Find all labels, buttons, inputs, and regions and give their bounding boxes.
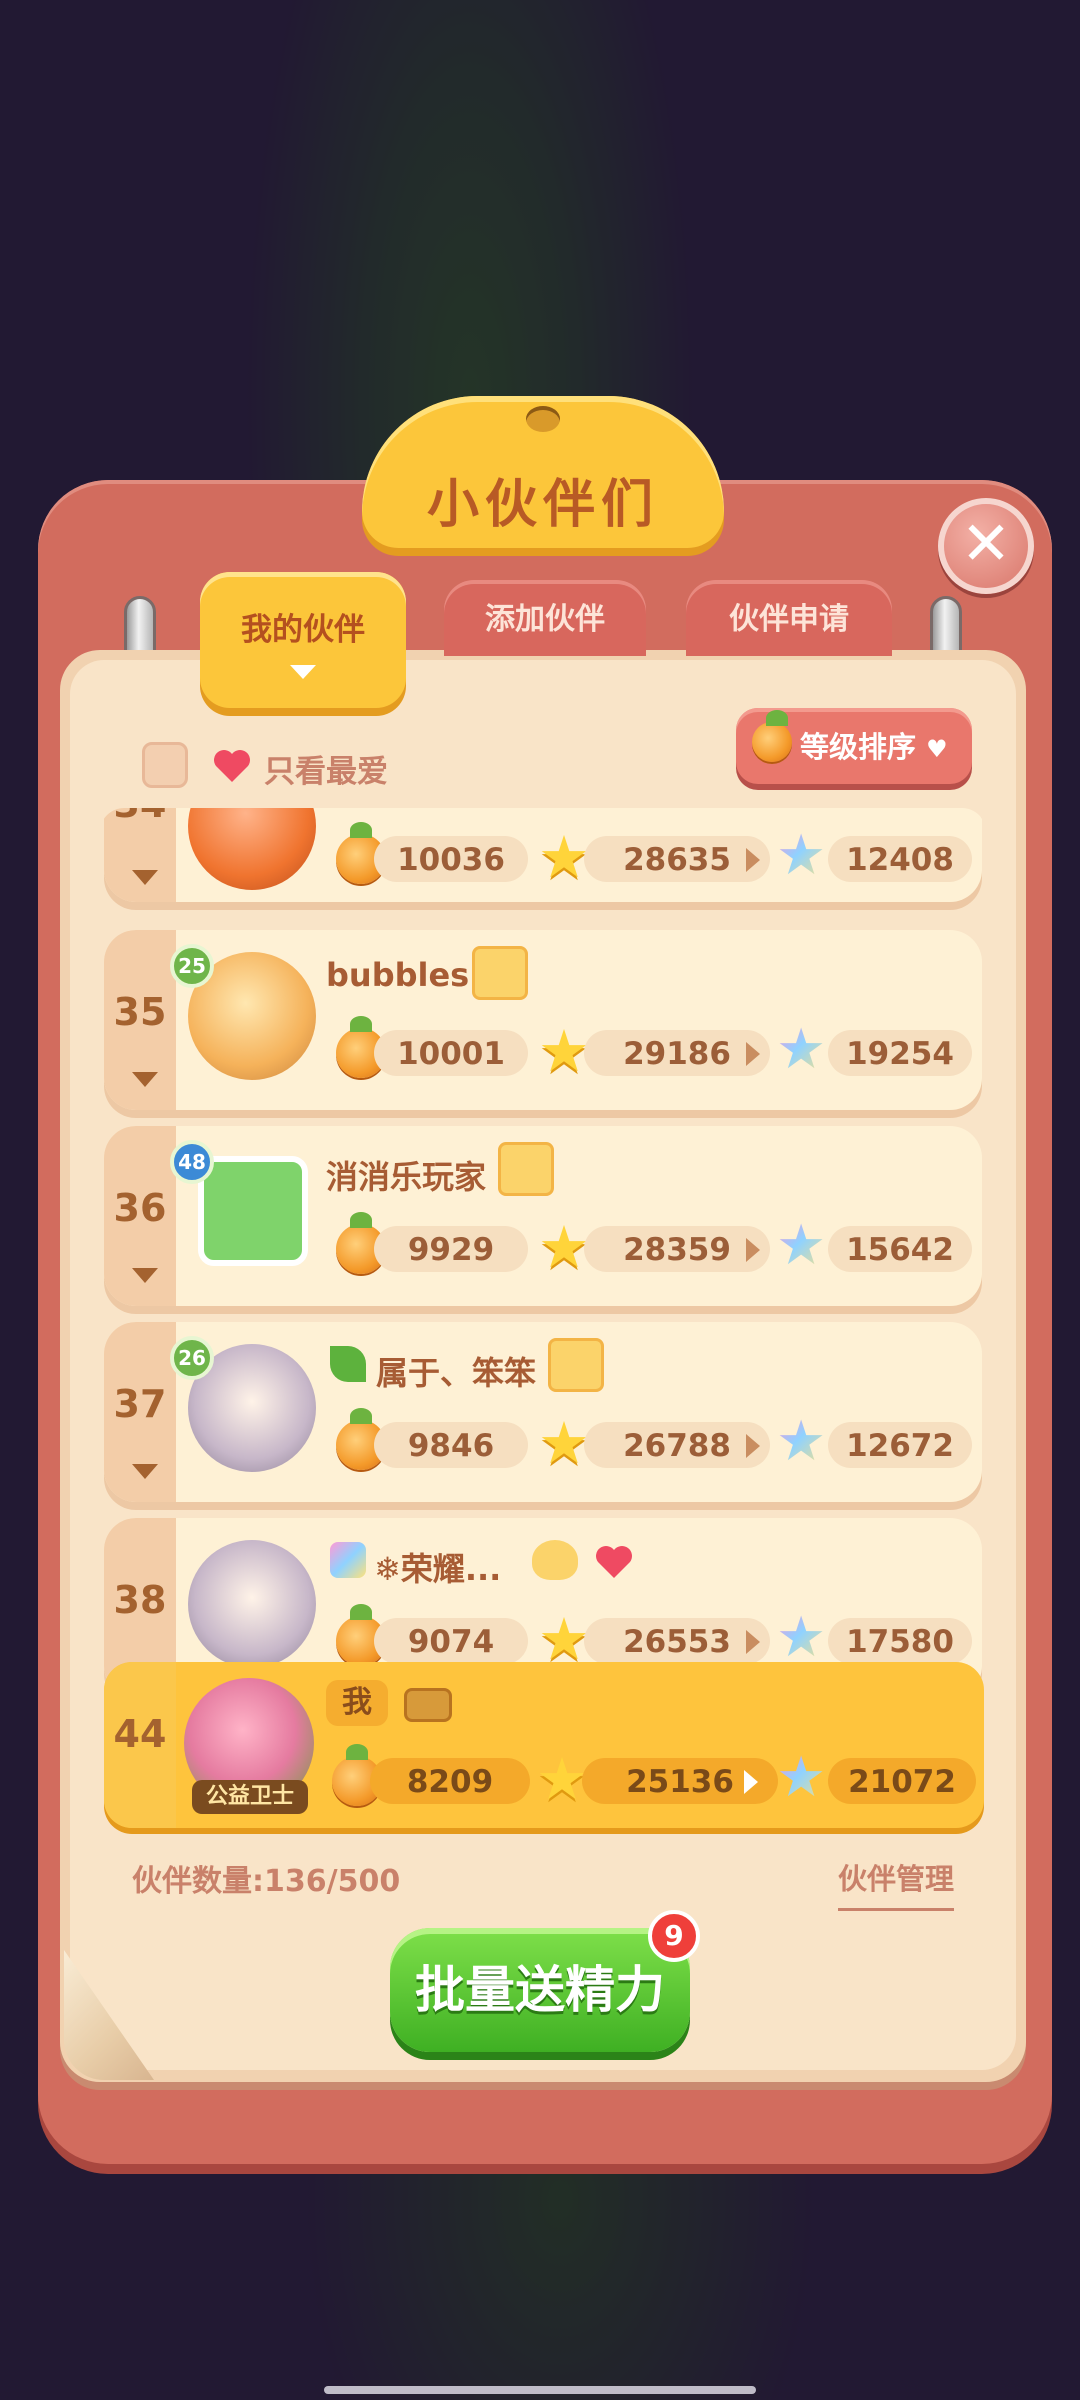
rainbow-star-count: 19254 — [828, 1030, 972, 1076]
peach-count: 9074 — [374, 1618, 528, 1664]
star-icon: ★ — [536, 1745, 588, 1813]
tab-add-friend[interactable]: 添加伙伴 — [444, 580, 646, 656]
arrow-icon — [746, 1630, 760, 1654]
arrow-icon — [746, 1042, 760, 1066]
page-title: 小伙伴们 — [426, 475, 659, 535]
fav-only-checkbox[interactable] — [142, 742, 188, 788]
expand-icon[interactable] — [132, 1464, 158, 1479]
title-hole — [526, 406, 560, 432]
tab-friend-requests[interactable]: 伙伴申请 — [686, 580, 892, 656]
rainbow-star-icon: ★ — [776, 1017, 827, 1082]
chick-icon — [532, 1540, 578, 1580]
rank-number: 36 — [113, 1186, 167, 1230]
star-count: 28635 — [584, 836, 770, 882]
leaf-icon — [330, 1346, 366, 1382]
expand-icon[interactable] — [132, 870, 158, 885]
arrow-icon — [746, 1434, 760, 1458]
arrow-icon — [746, 1238, 760, 1262]
list-item[interactable]: 35 25 bubbles 10001 ★ 29186 ★ 19254 — [104, 930, 982, 1110]
close-icon: ✕ — [960, 509, 1012, 579]
level-badge: 25 — [170, 944, 214, 988]
list-item[interactable]: 37 26 属于、笨笨 9846 ★ 26788 ★ 12672 — [104, 1322, 982, 1502]
avatar[interactable] — [188, 808, 316, 890]
rank-number: 35 — [113, 990, 167, 1034]
star-icon: ★ — [538, 1605, 590, 1673]
rainbow-star-icon: ★ — [776, 1745, 827, 1810]
expand-icon[interactable] — [132, 1268, 158, 1283]
star-count: 26788 — [584, 1422, 770, 1468]
notification-badge: 9 — [648, 1910, 700, 1962]
rainbow-star-icon: ★ — [776, 1409, 827, 1474]
rainbow-star-icon: ★ — [776, 1605, 827, 1670]
friend-count: 伙伴数量:136/500 — [132, 1864, 401, 1899]
list-item[interactable]: 34 10036 ★ 28635 ★ 12408 — [104, 808, 982, 902]
star-icon: ★ — [538, 1017, 590, 1085]
heart-icon: ♥ — [926, 735, 948, 763]
avatar[interactable] — [198, 1156, 308, 1266]
tab-my-friends-label: 我的伙伴 — [241, 612, 365, 648]
rank-number: 34 — [104, 808, 176, 826]
chest-icon — [404, 1688, 452, 1722]
peach-count: 9929 — [374, 1226, 528, 1272]
rainbow-star-count: 12672 — [828, 1422, 972, 1468]
peach-count: 10001 — [374, 1030, 528, 1076]
rainbow-star-count: 12408 — [828, 836, 972, 882]
tab-caret-icon — [290, 665, 316, 679]
friend-name: 消消乐玩家 — [326, 1158, 487, 1196]
rank-number: 37 — [113, 1382, 167, 1426]
my-rank-number: 44 — [113, 1712, 167, 1756]
arrow-icon — [746, 848, 760, 872]
friend-name: ❄荣耀... — [374, 1550, 502, 1588]
level-sort-button[interactable]: 等级排序 ♥ — [736, 708, 972, 784]
peach-count: 9846 — [374, 1422, 528, 1468]
rainbow-star-count: 17580 — [828, 1618, 972, 1664]
star-count: 26553 — [584, 1618, 770, 1664]
level-badge: 26 — [170, 1336, 214, 1380]
my-rainbow-star-count: 21072 — [828, 1758, 976, 1804]
close-button[interactable]: ✕ — [938, 498, 1034, 594]
star-icon: ★ — [538, 823, 590, 891]
rank-number: 38 — [113, 1578, 167, 1622]
title-badge-icon — [472, 946, 528, 1000]
fav-only-label[interactable]: 只看最爱 — [264, 746, 388, 791]
expand-icon[interactable] — [132, 1072, 158, 1087]
star-count: 28359 — [584, 1226, 770, 1272]
gem-icon — [330, 1542, 366, 1578]
friend-name: 属于、笨笨 — [376, 1354, 537, 1392]
star-icon: ★ — [538, 1213, 590, 1281]
peach-count: 10036 — [374, 836, 528, 882]
friend-name: bubbles — [326, 956, 470, 994]
rainbow-star-count: 15642 — [828, 1226, 972, 1272]
friend-manage-link[interactable]: 伙伴管理 — [838, 1856, 955, 1911]
rainbow-star-icon: ★ — [776, 823, 827, 888]
batch-send-energy-button[interactable]: 批量送精力 — [390, 1928, 690, 2052]
avatar-title-badge: 公益卫士 — [192, 1780, 308, 1814]
list-item[interactable]: 36 48 消消乐玩家 9929 ★ 28359 ★ 15642 — [104, 1126, 982, 1306]
title-badge-icon — [498, 1142, 554, 1196]
level-badge: 48 — [170, 1140, 214, 1184]
rainbow-star-icon: ★ — [776, 1213, 827, 1278]
peach-icon — [752, 710, 792, 762]
my-rank-row[interactable]: 44 公益卫士 我 8209 ★ 25136 ★ 21072 — [104, 1662, 984, 1828]
my-peach-count: 8209 — [370, 1758, 530, 1804]
arrow-icon — [744, 1770, 758, 1794]
heart-icon — [214, 750, 250, 782]
avatar[interactable] — [188, 1540, 316, 1668]
star-icon: ★ — [538, 1409, 590, 1477]
my-name: 我 — [326, 1680, 388, 1726]
star-count: 29186 — [584, 1030, 770, 1076]
sort-label: 等级排序 — [800, 730, 917, 764]
title-badge-icon — [548, 1338, 604, 1392]
home-indicator[interactable] — [324, 2386, 756, 2394]
favorite-heart-icon[interactable] — [594, 1544, 634, 1580]
tab-my-friends[interactable]: 我的伙伴 — [200, 572, 406, 708]
